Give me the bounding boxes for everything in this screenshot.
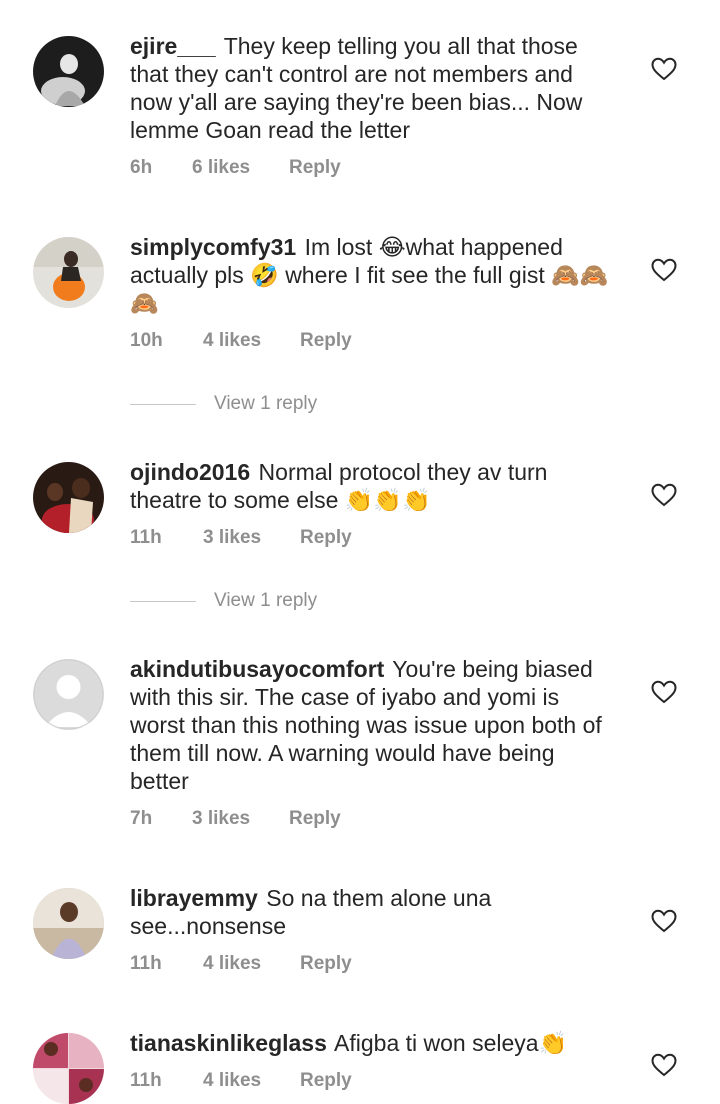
comment-username[interactable]: simplycomfy31 [130,234,296,260]
view-replies-label[interactable]: View 1 reply [214,590,317,612]
replies-divider [130,404,196,405]
comment-body: ojindo2016 Normal protocol they av turn … [130,458,618,514]
comment-username[interactable]: tianaskinlikeglass [130,1030,327,1056]
comment-body: akindutibusayocomfort You're being biase… [130,655,618,795]
comment-meta: 10h 4 likes Reply [130,330,352,352]
avatar[interactable] [33,659,104,730]
comment-body: librayemmy So na them alone una see...no… [130,884,618,940]
avatar[interactable] [33,237,104,308]
reply-button[interactable]: Reply [289,808,341,830]
comment-username[interactable]: ojindo2016 [130,459,250,485]
heart-outline-icon[interactable] [651,909,677,933]
comment-likes[interactable]: 6 likes [192,157,289,179]
reply-button[interactable]: Reply [289,157,341,179]
reply-button[interactable]: Reply [300,1070,352,1092]
comment-body: ejire___ They keep telling you all that … [130,32,618,144]
avatar[interactable] [33,36,104,107]
comment-time: 11h [130,953,162,974]
comment-body: tianaskinlikeglass Afigba ti won seleya👏 [130,1029,618,1057]
view-replies-label[interactable]: View 1 reply [214,393,317,415]
comment-time: 11h [130,1070,162,1091]
comment-time: 11h [130,527,162,548]
comment-meta: 7h 3 likes Reply [130,808,341,830]
comment-body: simplycomfy31 Im lost 😂what happened act… [130,233,618,317]
comment-time: 7h [130,808,153,829]
comment-likes[interactable]: 4 likes [203,1070,300,1092]
avatar[interactable] [33,1033,104,1104]
heart-outline-icon[interactable] [651,258,677,282]
comment-meta: 11h 4 likes Reply [130,953,352,975]
comment-username[interactable]: librayemmy [130,885,258,911]
reply-button[interactable]: Reply [300,953,352,975]
comment-time: 6h [130,157,153,178]
comment-likes[interactable]: 4 likes [203,953,300,975]
comment-username[interactable]: akindutibusayocomfort [130,656,384,682]
comment-likes[interactable]: 3 likes [192,808,289,830]
comment-username[interactable]: ejire___ [130,33,216,59]
avatar[interactable] [33,888,104,959]
comment-meta: 11h 4 likes Reply [130,1070,352,1092]
comment-text: Afigba ti won seleya👏 [334,1030,568,1056]
heart-outline-icon[interactable] [651,1053,677,1077]
avatar[interactable] [33,462,104,533]
replies-divider [130,601,196,602]
comment-likes[interactable]: 4 likes [203,330,300,352]
heart-outline-icon[interactable] [651,57,677,81]
comment-meta: 11h 3 likes Reply [130,527,352,549]
reply-button[interactable]: Reply [300,527,352,549]
comment-time: 10h [130,330,163,351]
comment-meta: 6h 6 likes Reply [130,157,341,179]
heart-outline-icon[interactable] [651,680,677,704]
comment-likes[interactable]: 3 likes [203,527,300,549]
reply-button[interactable]: Reply [300,330,352,352]
heart-outline-icon[interactable] [651,483,677,507]
